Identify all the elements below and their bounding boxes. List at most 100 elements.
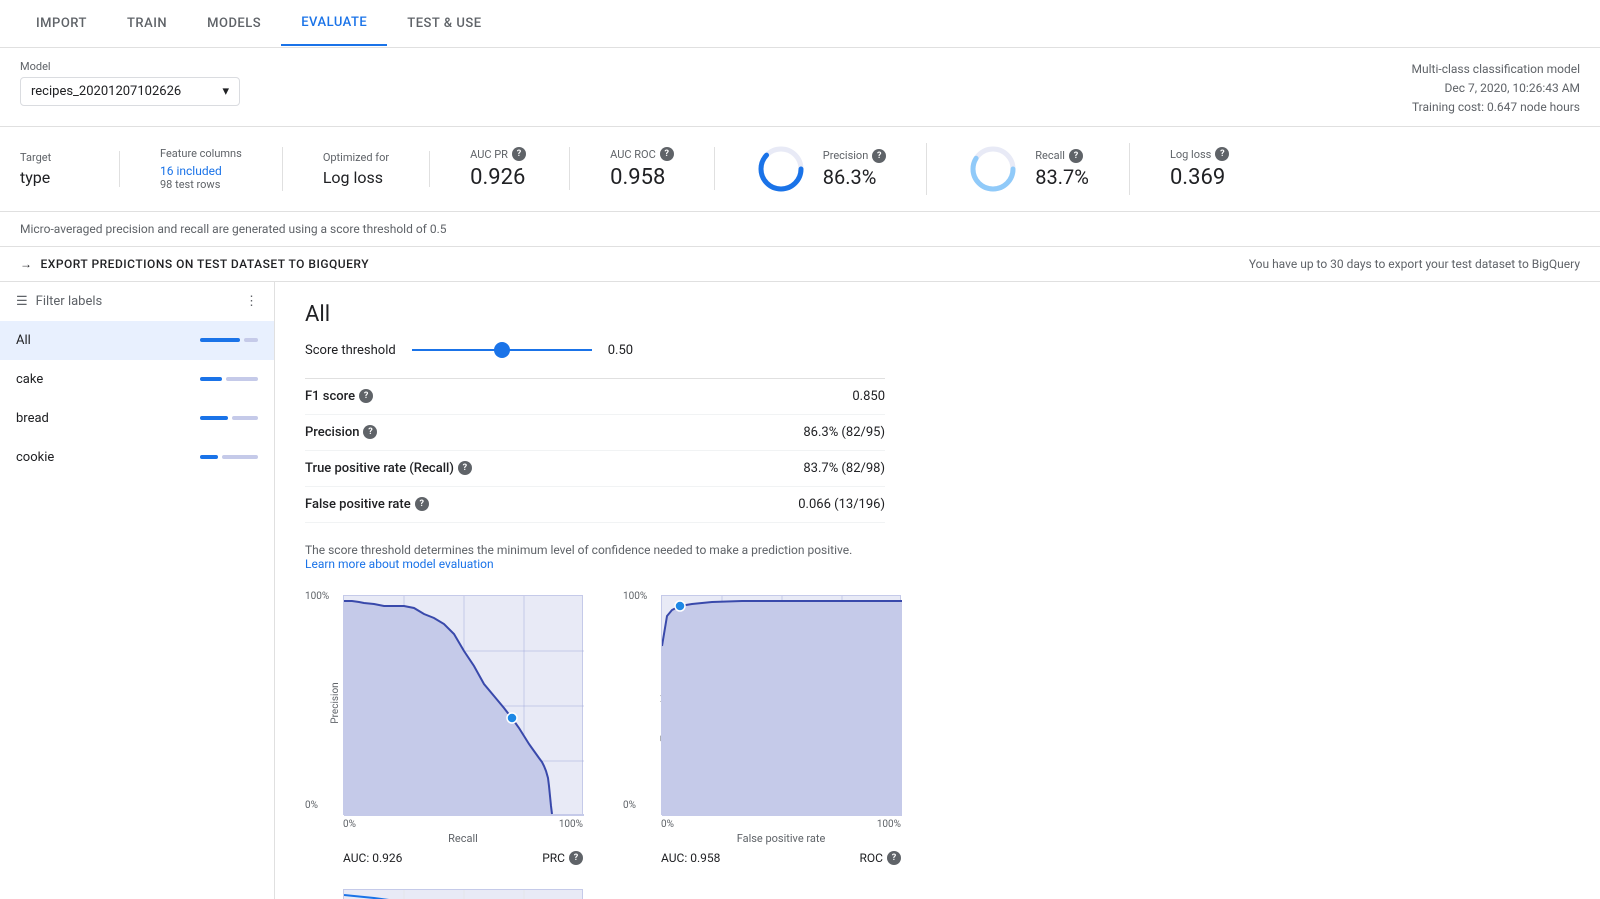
prc-chart-container: 100% 0% Precision: [305, 591, 583, 865]
precision-circle: [755, 143, 807, 195]
bottom-chart-box: [343, 889, 583, 899]
stat-precision: Precision ? 86.3% (82/95): [305, 415, 885, 451]
threshold-slider[interactable]: [412, 349, 592, 351]
export-bar: → EXPORT PREDICTIONS ON TEST DATASET TO …: [0, 247, 1600, 282]
sidebar-item-cake[interactable]: cake: [0, 360, 274, 399]
prc-x-label: Recall: [305, 832, 583, 845]
feature-value[interactable]: 16 included: [160, 164, 242, 178]
bar-segment-bread-2: [232, 416, 258, 420]
learn-more-link[interactable]: Learn more about model evaluation: [305, 557, 494, 571]
precision-info-icon[interactable]: ?: [872, 149, 886, 163]
stat-f1: F1 score ? 0.850: [305, 379, 885, 415]
prc-info-icon[interactable]: ?: [569, 851, 583, 865]
roc-info-icon[interactable]: ?: [887, 851, 901, 865]
prc-type-label: PRC ?: [542, 851, 583, 865]
recall-stat-info-icon[interactable]: ?: [458, 461, 472, 475]
precision-info: Precision ? 86.3%: [823, 149, 887, 189]
stat-fpr: False positive rate ? 0.066 (13/196): [305, 487, 885, 523]
feature-sub: 98 test rows: [160, 178, 242, 191]
nav-test-use[interactable]: TEST & USE: [387, 2, 501, 45]
roc-auc-value: AUC: 0.958: [661, 851, 720, 865]
nav-models[interactable]: MODELS: [187, 2, 281, 45]
sidebar-bar-bread: [200, 416, 258, 420]
target-label: Target: [20, 151, 79, 164]
main-content: ☰ Filter labels ⋮ All cake bread: [0, 282, 1600, 899]
bar-segment-cake: [200, 377, 222, 381]
threshold-row: Score threshold 0.50: [305, 343, 1570, 358]
sidebar-label-all: All: [16, 333, 31, 348]
target-value: type: [20, 168, 79, 187]
sidebar-item-bread[interactable]: bread: [0, 399, 274, 438]
roc-x-right: 100%: [877, 819, 901, 830]
fpr-info-icon[interactable]: ?: [415, 497, 429, 511]
filter-label: Filter labels: [36, 294, 103, 309]
stat-precision-key: Precision ?: [305, 425, 377, 440]
prc-svg: [344, 596, 584, 816]
model-selected-value: recipes_20201207102626: [31, 84, 181, 99]
feature-metric: Feature columns 16 included 98 test rows: [160, 147, 283, 191]
auc-roc-info-icon[interactable]: ?: [660, 147, 674, 161]
stat-f1-key: F1 score ?: [305, 389, 373, 404]
bottom-chart-svg: [344, 890, 583, 899]
nav-train[interactable]: TRAIN: [107, 2, 187, 45]
f1-info-icon[interactable]: ?: [359, 389, 373, 403]
stats-table: F1 score ? 0.850 Precision ? 86.3% (82/9…: [305, 378, 885, 523]
filter-icon: ☰: [16, 294, 28, 309]
stat-recall-key: True positive rate (Recall) ?: [305, 461, 472, 476]
bar-segment-all: [200, 338, 240, 342]
target-metric: Target type: [20, 151, 120, 187]
bar-segment-bread: [200, 416, 228, 420]
nav-import[interactable]: IMPORT: [16, 2, 107, 45]
nav-bar: IMPORT TRAIN MODELS EVALUATE TEST & USE: [0, 0, 1600, 48]
precision-metric: Precision ? 86.3%: [755, 143, 928, 195]
model-info-line2: Dec 7, 2020, 10:26:43 AM: [1412, 79, 1580, 98]
precision-value: 86.3%: [823, 165, 887, 189]
prc-y-label: Precision: [330, 682, 341, 723]
bar-segment-all-2: [244, 338, 258, 342]
prc-x-axis: 0% 100%: [305, 819, 583, 830]
sidebar-item-cookie[interactable]: cookie: [0, 438, 274, 477]
roc-y-top: 100%: [623, 591, 647, 602]
log-loss-info-icon[interactable]: ?: [1215, 147, 1229, 161]
roc-chart-container: 100% 0% True positive rate: [623, 591, 901, 865]
export-link[interactable]: → EXPORT PREDICTIONS ON TEST DATASET TO …: [20, 257, 369, 271]
bar-segment-cake-2: [226, 377, 258, 381]
sidebar-bar-cookie: [200, 455, 258, 459]
model-row: Model recipes_20201207102626 ▾ Multi-cla…: [0, 48, 1600, 127]
sidebar-more-icon[interactable]: ⋮: [245, 294, 258, 309]
export-note: You have up to 30 days to export your te…: [1249, 257, 1580, 271]
prc-chart-box: [343, 595, 583, 815]
notice-text: Micro-averaged precision and recall are …: [20, 222, 446, 236]
roc-auc-row: AUC: 0.958 ROC ?: [623, 851, 901, 865]
threshold-label: Score threshold: [305, 343, 396, 358]
stat-fpr-val: 0.066 (13/196): [798, 497, 885, 512]
info-text: The score threshold determines the minim…: [305, 543, 885, 571]
precision-stat-info-icon[interactable]: ?: [363, 425, 377, 439]
recall-circle: [967, 143, 1019, 195]
auc-pr-value: 0.926: [470, 165, 529, 190]
optimized-metric: Optimized for Log loss: [323, 151, 430, 187]
auc-pr-info-icon[interactable]: ?: [512, 147, 526, 161]
prc-x-right: 100%: [559, 819, 583, 830]
filter-labels-button[interactable]: ☰ Filter labels: [16, 294, 102, 309]
recall-info-icon[interactable]: ?: [1069, 149, 1083, 163]
roc-y-axis: 100% 0%: [623, 591, 647, 811]
recall-value: 83.7%: [1035, 165, 1089, 189]
optimized-label: Optimized for: [323, 151, 389, 164]
model-label: Model: [20, 60, 240, 73]
bar-segment-cookie-2: [222, 455, 258, 459]
prc-auc-value: AUC: 0.926: [343, 851, 402, 865]
nav-evaluate[interactable]: EVALUATE: [281, 1, 387, 46]
roc-svg: [662, 596, 902, 816]
sidebar-label-cookie: cookie: [16, 450, 54, 465]
dropdown-arrow-icon: ▾: [222, 84, 229, 99]
prc-y-axis: 100% 0%: [305, 591, 329, 811]
threshold-value: 0.50: [608, 343, 633, 358]
prc-x-left: 0%: [343, 819, 356, 830]
sidebar: ☰ Filter labels ⋮ All cake bread: [0, 282, 275, 899]
sidebar-item-all[interactable]: All: [0, 321, 274, 360]
recall-metric: Recall ? 83.7%: [967, 143, 1130, 195]
model-selector: Model recipes_20201207102626 ▾: [20, 60, 240, 106]
model-dropdown[interactable]: recipes_20201207102626 ▾: [20, 77, 240, 106]
feature-label: Feature columns: [160, 147, 242, 160]
